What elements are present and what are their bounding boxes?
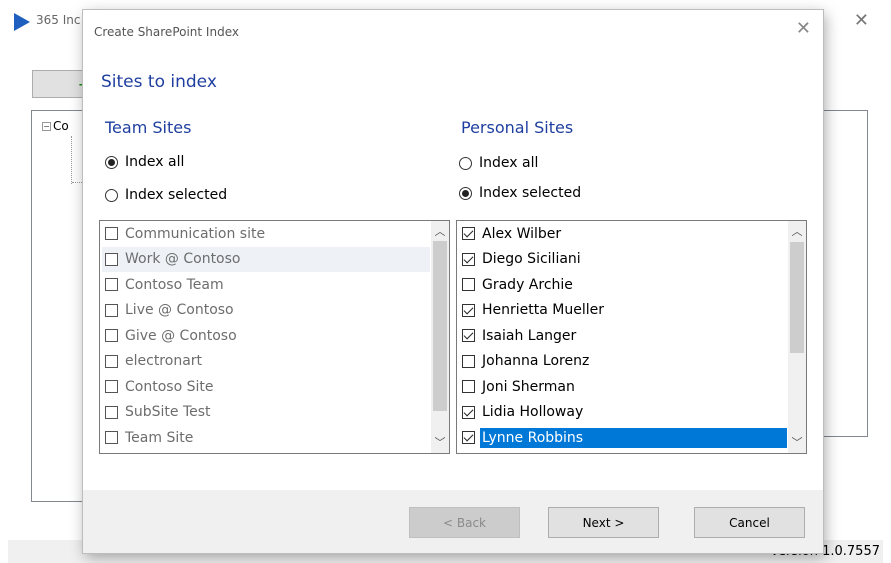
team-site-list-item[interactable]: Contoso Team [102,272,430,298]
list-item-label: Johanna Lorenz [482,353,590,370]
radio-label: Index selected [479,185,582,201]
scrollbar-thumb[interactable] [790,242,804,353]
app-close-icon[interactable]: ✕ [854,10,869,31]
radio-button-icon[interactable] [459,156,472,170]
team-sites-index-selected-radio[interactable]: Index selected [105,187,227,203]
radio-button-icon[interactable] [459,186,472,200]
list-item-label: Alex Wilber [482,225,562,242]
checkbox-icon[interactable] [105,227,118,241]
personal-site-list-item[interactable]: Johanna Lorenz [459,349,787,375]
chevron-up-icon[interactable]: ︿ [431,223,449,240]
next-button[interactable]: Next > [548,507,659,538]
cancel-button[interactable]: Cancel [694,507,805,538]
chevron-up-icon[interactable]: ︿ [788,223,806,240]
checkbox-icon[interactable] [105,354,118,368]
checkbox-icon[interactable] [105,405,118,419]
team-sites-title: Team Sites [105,118,192,137]
team-sites-items: Communication site Work @ Contoso Contoso … [102,221,430,451]
team-site-list-item[interactable]: Team Site [102,425,430,451]
app-tree-view-edge [816,110,868,437]
personal-sites-list[interactable]: Alex Wilber Diego Siciliani Grady Archie He… [456,220,807,454]
tree-node-label: Co [53,119,69,133]
dialog-title: Create SharePoint Index [94,25,239,39]
list-item-label: Diego Siciliani [482,251,581,268]
chevron-down-icon[interactable]: ﹀ [788,434,806,451]
app-title: 365 Inc [36,13,81,27]
team-site-list-item[interactable]: Live @ Contoso [102,298,430,324]
radio-label: Index all [125,154,185,170]
list-item-label: Give @ Contoso [125,327,237,344]
list-item-label: Isaiah Langer [482,327,577,344]
chevron-down-icon[interactable]: ﹀ [431,434,449,451]
checkbox-icon[interactable] [462,252,475,266]
personal-sites-scrollbar[interactable]: ︿ ﹀ [788,221,806,453]
team-site-list-item[interactable]: Contoso Site [102,374,430,400]
list-item-label: Henrietta Mueller [482,302,604,319]
checkbox-icon[interactable] [462,303,475,317]
team-site-list-item[interactable]: Communication site [102,221,430,247]
personal-site-list-item[interactable]: Joni Sherman [459,374,787,400]
checkbox-icon[interactable] [105,380,118,394]
list-item-label: Grady Archie [482,276,573,293]
list-item-label: Contoso Team [125,276,224,293]
create-sharepoint-index-dialog: Create SharePoint Index ✕ Sites to index… [83,10,823,553]
radio-button-icon[interactable] [105,155,118,169]
personal-sites-items: Alex Wilber Diego Siciliani Grady Archie He… [459,221,787,451]
personal-site-list-item[interactable]: Grady Archie [459,272,787,298]
list-item-label: Joni Sherman [482,378,575,395]
tree-node-root[interactable]: − Co [42,119,69,133]
checkbox-icon[interactable] [462,278,475,292]
personal-site-list-item[interactable]: Alex Wilber [459,221,787,247]
personal-site-list-item[interactable]: Diego Siciliani [459,247,787,273]
personal-sites-title: Personal Sites [461,118,574,137]
personal-site-list-item[interactable]: Isaiah Langer [459,323,787,349]
personal-sites-index-selected-radio[interactable]: Index selected [459,185,581,201]
page-heading: Sites to index [101,72,217,92]
personal-sites-index-all-radio[interactable]: Index all [459,155,538,171]
checkbox-icon[interactable] [105,329,118,343]
team-site-list-item[interactable]: electronart [102,349,430,375]
checkbox-icon[interactable] [105,278,118,292]
team-site-list-item[interactable]: Work @ Contoso [102,246,430,272]
list-item-label: electronart [125,353,203,370]
list-item-label: Lynne Robbins [480,427,787,448]
personal-site-list-item[interactable]: Lidia Holloway [459,400,787,426]
team-site-list-item[interactable]: Give @ Contoso [102,323,430,349]
checkbox-icon[interactable] [105,303,118,317]
scrollbar-thumb[interactable] [433,241,447,411]
list-item-label: Work @ Contoso [125,251,241,268]
checkbox-icon[interactable] [462,405,475,419]
list-item-label: Live @ Contoso [125,302,234,319]
checkbox-icon[interactable] [462,329,475,343]
app-logo-icon [14,13,30,31]
checkbox-icon[interactable] [462,431,475,445]
checkbox-icon[interactable] [462,380,475,394]
team-sites-scrollbar[interactable]: ︿ ﹀ [431,221,449,453]
list-item-label: Communication site [125,225,266,242]
list-item-label: Contoso Site [125,378,214,395]
radio-label: Index all [479,155,539,171]
back-button[interactable]: < Back [409,507,520,538]
radio-button-icon[interactable] [105,188,118,202]
checkbox-icon[interactable] [105,252,118,266]
list-item-label: SubSite Test [125,404,211,421]
list-item-label: Team Site [125,429,194,446]
list-item-label: Lidia Holloway [482,404,584,421]
collapse-icon[interactable]: − [42,122,51,131]
checkbox-icon[interactable] [105,431,118,445]
team-sites-list[interactable]: Communication site Work @ Contoso Contoso … [99,220,450,454]
close-icon[interactable]: ✕ [796,18,811,39]
personal-site-list-item[interactable]: Henrietta Mueller [459,298,787,324]
personal-site-list-item[interactable]: Lynne Robbins [459,425,787,451]
team-sites-index-all-radio[interactable]: Index all [105,154,184,170]
checkbox-icon[interactable] [462,227,475,241]
radio-label: Index selected [125,187,228,203]
checkbox-icon[interactable] [462,354,475,368]
team-site-list-item[interactable]: SubSite Test [102,400,430,426]
